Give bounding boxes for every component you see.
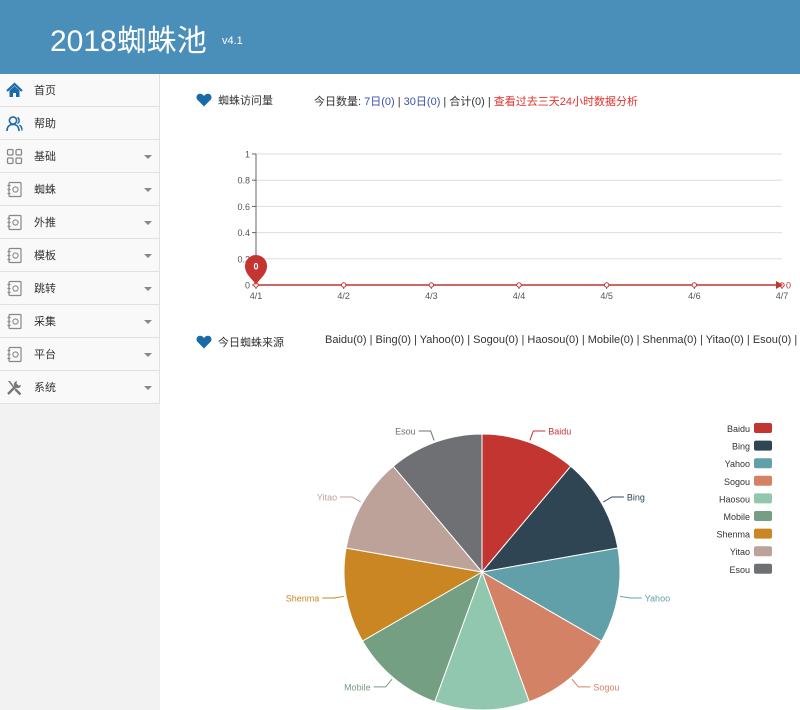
legend-label: Baidu [727,424,750,434]
sidebar-item-basic[interactable]: 基础 [0,140,160,173]
sidebar-item-system[interactable]: 系统 [0,371,160,404]
version-label: v4.1 [222,35,243,47]
sidebar-item-outreach[interactable]: 外推 [0,206,160,239]
pie-label-line [373,678,393,688]
data-point [691,282,698,288]
chevron-down-icon [144,221,152,225]
legend-swatch [754,458,772,469]
tools-icon [7,381,22,396]
sidebar-item-label: 外推 [34,217,56,229]
x-tick-label: 4/2 [337,291,350,301]
pie-label-line [340,496,362,503]
pie-label-line [619,595,642,599]
pie-label-line [418,430,435,441]
legend-swatch [754,563,772,574]
home-icon [6,82,23,97]
legend-swatch [754,475,772,486]
legend-label: Mobile [723,512,750,522]
address-book-icon [7,313,22,330]
sidebar-item-help[interactable]: 帮助 [0,107,160,140]
address-book-icon [7,214,22,231]
pie-label-line [571,678,591,688]
sidebar-item-spider[interactable]: 蜘蛛 [0,173,160,206]
address-book-icon [7,346,22,363]
data-point [603,282,610,288]
sidebar-item-label: 首页 [34,85,56,97]
pie-slice-label: Yitao [317,493,337,503]
pie-slice-label: Mobile [344,682,371,692]
chevron-down-icon [144,254,152,258]
main-content: 蜘蛛访问量 今日数量: 7日(0) | 30日(0) | 合计(0) | 查看过… [160,74,800,710]
legend-label: Esou [729,565,750,575]
pie-slice-label: Bing [627,493,645,503]
sidebar-item-collect[interactable]: 采集 [0,305,160,338]
sidebar-item-platform[interactable]: 平台 [0,338,160,371]
data-point [516,282,522,288]
y-tick-label: 1 [245,150,250,160]
series-end-label: 0 [786,281,791,291]
markpoint-label: 0 [253,262,258,272]
pie-label-line [529,430,546,441]
y-tick-label: 0.4 [237,228,250,238]
legend-label: Sogou [724,477,750,487]
sidebar-item-label: 跳转 [34,283,56,295]
legend-swatch [754,423,772,433]
chevron-down-icon [144,188,152,192]
chevron-down-icon [144,353,152,357]
sidebar-item-label: 模板 [34,250,56,262]
x-tick-label: 4/4 [513,291,526,301]
x-tick-label: 4/6 [688,291,701,301]
sidebar-item-home[interactable]: 首页 [0,74,160,107]
legend-label: Bing [732,442,750,452]
x-tick-label: 4/5 [600,291,613,301]
sources-pie-chart: Baidu Bing Yahoo Sogou Haosou Mobile Shenma Yit… [286,423,772,710]
pie-slice-label: Sogou [593,682,619,692]
address-book-icon [7,181,22,198]
address-book-icon [7,280,22,297]
legend-swatch [754,440,772,451]
pie-slice-label: Shenma [286,594,320,604]
legend-label: Yitao [730,547,750,557]
pie-label-line [602,496,624,503]
chevron-down-icon [144,287,152,291]
legend-swatch [754,528,772,539]
sidebar-item-label: 平台 [34,349,56,361]
data-point [428,282,435,288]
sidebar-item-redirect[interactable]: 跳转 [0,272,160,305]
x-tick-label: 4/7 [776,291,789,301]
user-help-icon [6,116,23,132]
legend-swatch [754,546,772,557]
app-header: 2018蜘蛛池 v4.1 [0,0,800,74]
sidebar-item-label: 系统 [34,382,56,394]
y-tick-label: 0.8 [237,176,250,186]
legend-swatch [754,511,772,521]
y-tick-label: 0 [245,281,250,291]
sidebar: 首页 帮助 基础 蜘蛛 外推 模板 跳转 采集 平台 系统 [0,74,160,710]
pie-slice-label: Baidu [548,427,571,437]
grid-icon [6,148,23,165]
legend-label: Haosou [719,494,750,504]
data-point [340,282,347,288]
x-tick-label: 4/3 [425,291,438,301]
chevron-down-icon [144,320,152,324]
sidebar-item-label: 采集 [34,316,56,328]
sidebar-item-label: 基础 [34,151,56,163]
sidebar-item-label: 蜘蛛 [34,184,56,196]
legend-label: Yahoo [725,459,750,469]
x-tick-label: 4/1 [250,291,263,301]
y-tick-label: 0.6 [237,202,250,212]
pie-slice-label: Yahoo [645,594,670,604]
legend-swatch [754,493,772,504]
address-book-icon [7,247,22,264]
pie-slice-label: Esou [395,427,416,437]
app-title: 2018蜘蛛池 [50,25,207,58]
chevron-down-icon [144,155,152,159]
legend-label: Shenma [716,530,750,540]
sidebar-item-template[interactable]: 模板 [0,239,160,272]
visits-line-chart: 00.20.40.60.814/1 4/2 4/3 4/4 4/5 4/6 4/700 [237,150,791,302]
sidebar-item-label: 帮助 [34,118,56,130]
pie-label-line [322,595,345,599]
chevron-down-icon [144,386,152,390]
